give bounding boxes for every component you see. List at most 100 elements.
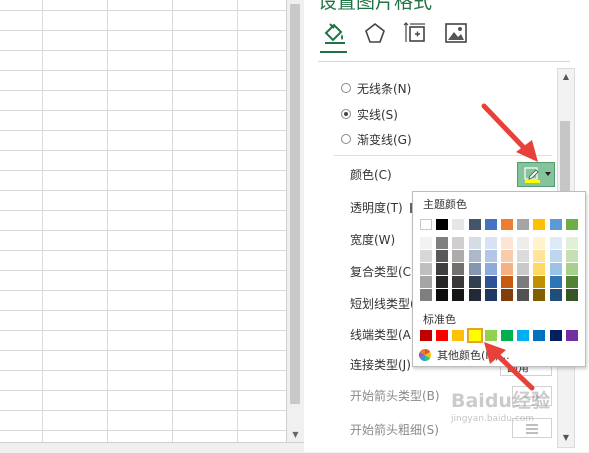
theme-shade-swatch[interactable] <box>468 276 481 288</box>
standard-color-swatch[interactable] <box>436 330 449 341</box>
watermark-url: jingyan.baidu.com <box>451 414 535 424</box>
theme-shade-swatch[interactable] <box>420 263 432 275</box>
theme-shade-swatch[interactable] <box>484 276 497 288</box>
theme-shade-swatch[interactable] <box>517 250 530 262</box>
chevron-down-icon <box>545 172 551 176</box>
theme-shade-swatch[interactable] <box>549 263 562 275</box>
theme-shade-swatch[interactable] <box>533 237 546 249</box>
gradient-line-radio[interactable] <box>341 134 351 144</box>
scroll-down-icon[interactable]: ▼ <box>287 428 304 442</box>
theme-shade-swatch[interactable] <box>517 289 530 301</box>
theme-shade-swatch[interactable] <box>420 250 432 262</box>
theme-shade-swatch[interactable] <box>533 250 546 262</box>
theme-shade-swatch[interactable] <box>533 289 546 301</box>
width-label: 宽度(W) <box>350 233 396 247</box>
theme-shade-swatch[interactable] <box>533 263 546 275</box>
theme-shade-swatch[interactable] <box>436 289 449 301</box>
no-line-label: 无线条(N) <box>357 81 412 96</box>
standard-color-swatch[interactable] <box>420 330 432 341</box>
theme-color-swatch[interactable] <box>565 219 578 230</box>
join-type-label: 连接类型(J) <box>350 358 411 372</box>
size-properties-icon[interactable] <box>403 20 429 46</box>
theme-shade-swatch[interactable] <box>501 250 513 262</box>
picture-icon[interactable] <box>443 20 469 46</box>
no-line-radio[interactable] <box>341 83 351 93</box>
theme-shade-swatch[interactable] <box>549 276 562 288</box>
theme-shade-swatch[interactable] <box>452 263 465 275</box>
scroll-down-icon[interactable]: ▼ <box>558 431 574 445</box>
standard-color-swatch[interactable] <box>452 330 465 341</box>
theme-shade-swatch[interactable] <box>420 237 432 249</box>
theme-shade-swatch[interactable] <box>468 289 481 301</box>
theme-shade-swatch[interactable] <box>549 289 562 301</box>
theme-shade-swatch[interactable] <box>565 237 578 249</box>
effects-pentagon-icon[interactable] <box>362 20 388 46</box>
line-weight-icon <box>526 424 538 434</box>
theme-color-swatch[interactable] <box>549 219 562 230</box>
compound-type-label: 复合类型(C) <box>350 265 416 279</box>
theme-color-swatch[interactable] <box>436 219 449 230</box>
no-line-option[interactable]: 无线条(N) <box>341 79 411 97</box>
theme-shade-swatch[interactable] <box>452 289 465 301</box>
theme-shade-swatch[interactable] <box>501 263 513 275</box>
sheet-scroll-thumb[interactable] <box>290 4 300 404</box>
theme-shade-swatch[interactable] <box>501 237 513 249</box>
theme-shade-swatch[interactable] <box>517 237 530 249</box>
theme-color-swatch[interactable] <box>468 219 481 230</box>
theme-color-swatch[interactable] <box>501 219 513 230</box>
theme-colors-heading: 主题颜色 <box>423 198 467 211</box>
theme-shade-swatch[interactable] <box>501 276 513 288</box>
theme-shade-swatch[interactable] <box>436 276 449 288</box>
solid-line-option[interactable]: 实线(S) <box>341 105 398 123</box>
theme-shade-swatch[interactable] <box>565 250 578 262</box>
theme-shade-swatch[interactable] <box>436 237 449 249</box>
theme-shade-swatch[interactable] <box>517 263 530 275</box>
begin-arrow-type-label: 开始箭头类型(B) <box>350 389 440 403</box>
scroll-up-icon[interactable]: ▲ <box>558 70 574 84</box>
theme-shade-swatch[interactable] <box>452 276 465 288</box>
theme-shade-swatch[interactable] <box>565 289 578 301</box>
spreadsheet-grid[interactable] <box>0 0 287 442</box>
theme-shade-swatch[interactable] <box>565 263 578 275</box>
begin-arrow-size-label: 开始箭头粗细(S) <box>350 423 439 437</box>
standard-color-swatch[interactable] <box>549 330 562 341</box>
pane-title: 设置图片格式 <box>318 0 433 13</box>
standard-color-swatch[interactable] <box>565 330 578 341</box>
theme-color-swatch[interactable] <box>452 219 465 230</box>
gradient-line-label: 渐变线(G) <box>357 132 412 147</box>
gradient-line-option[interactable]: 渐变线(G) <box>341 130 412 148</box>
theme-shade-swatch[interactable] <box>436 263 449 275</box>
theme-shade-swatch[interactable] <box>420 276 432 288</box>
theme-color-swatch[interactable] <box>517 219 530 230</box>
annotation-arrow-top <box>481 103 538 162</box>
theme-shade-swatch[interactable] <box>452 250 465 262</box>
transparency-label: 透明度(T) <box>350 201 403 215</box>
theme-shade-swatch[interactable] <box>484 289 497 301</box>
theme-shade-swatch[interactable] <box>468 237 481 249</box>
theme-shade-swatch[interactable] <box>549 237 562 249</box>
theme-color-swatch[interactable] <box>484 219 497 230</box>
theme-shade-swatch[interactable] <box>436 250 449 262</box>
watermark-logo: Baidu经验 <box>451 390 550 412</box>
fill-line-icon[interactable] <box>322 20 348 46</box>
sheet-vertical-scrollbar[interactable]: ▼ <box>286 0 304 442</box>
theme-shade-swatch[interactable] <box>452 237 465 249</box>
standard-colors-heading: 标准色 <box>423 313 456 326</box>
theme-shade-swatch[interactable] <box>533 276 546 288</box>
theme-shade-swatch[interactable] <box>484 263 497 275</box>
active-tab-indicator <box>320 51 347 53</box>
theme-shade-swatch[interactable] <box>420 289 432 301</box>
theme-shade-swatch[interactable] <box>468 250 481 262</box>
theme-shade-swatch[interactable] <box>484 237 497 249</box>
theme-shade-swatch[interactable] <box>468 263 481 275</box>
theme-shade-swatch[interactable] <box>517 276 530 288</box>
theme-shade-swatch[interactable] <box>484 250 497 262</box>
solid-line-radio[interactable] <box>341 109 351 119</box>
theme-shade-swatch[interactable] <box>565 276 578 288</box>
theme-shade-swatch[interactable] <box>501 289 513 301</box>
solid-line-label: 实线(S) <box>357 107 398 122</box>
theme-color-swatch[interactable] <box>420 219 432 230</box>
theme-shade-swatch[interactable] <box>549 250 562 262</box>
theme-color-swatch[interactable] <box>533 219 546 230</box>
cap-type-label: 线端类型(A) <box>350 328 416 342</box>
